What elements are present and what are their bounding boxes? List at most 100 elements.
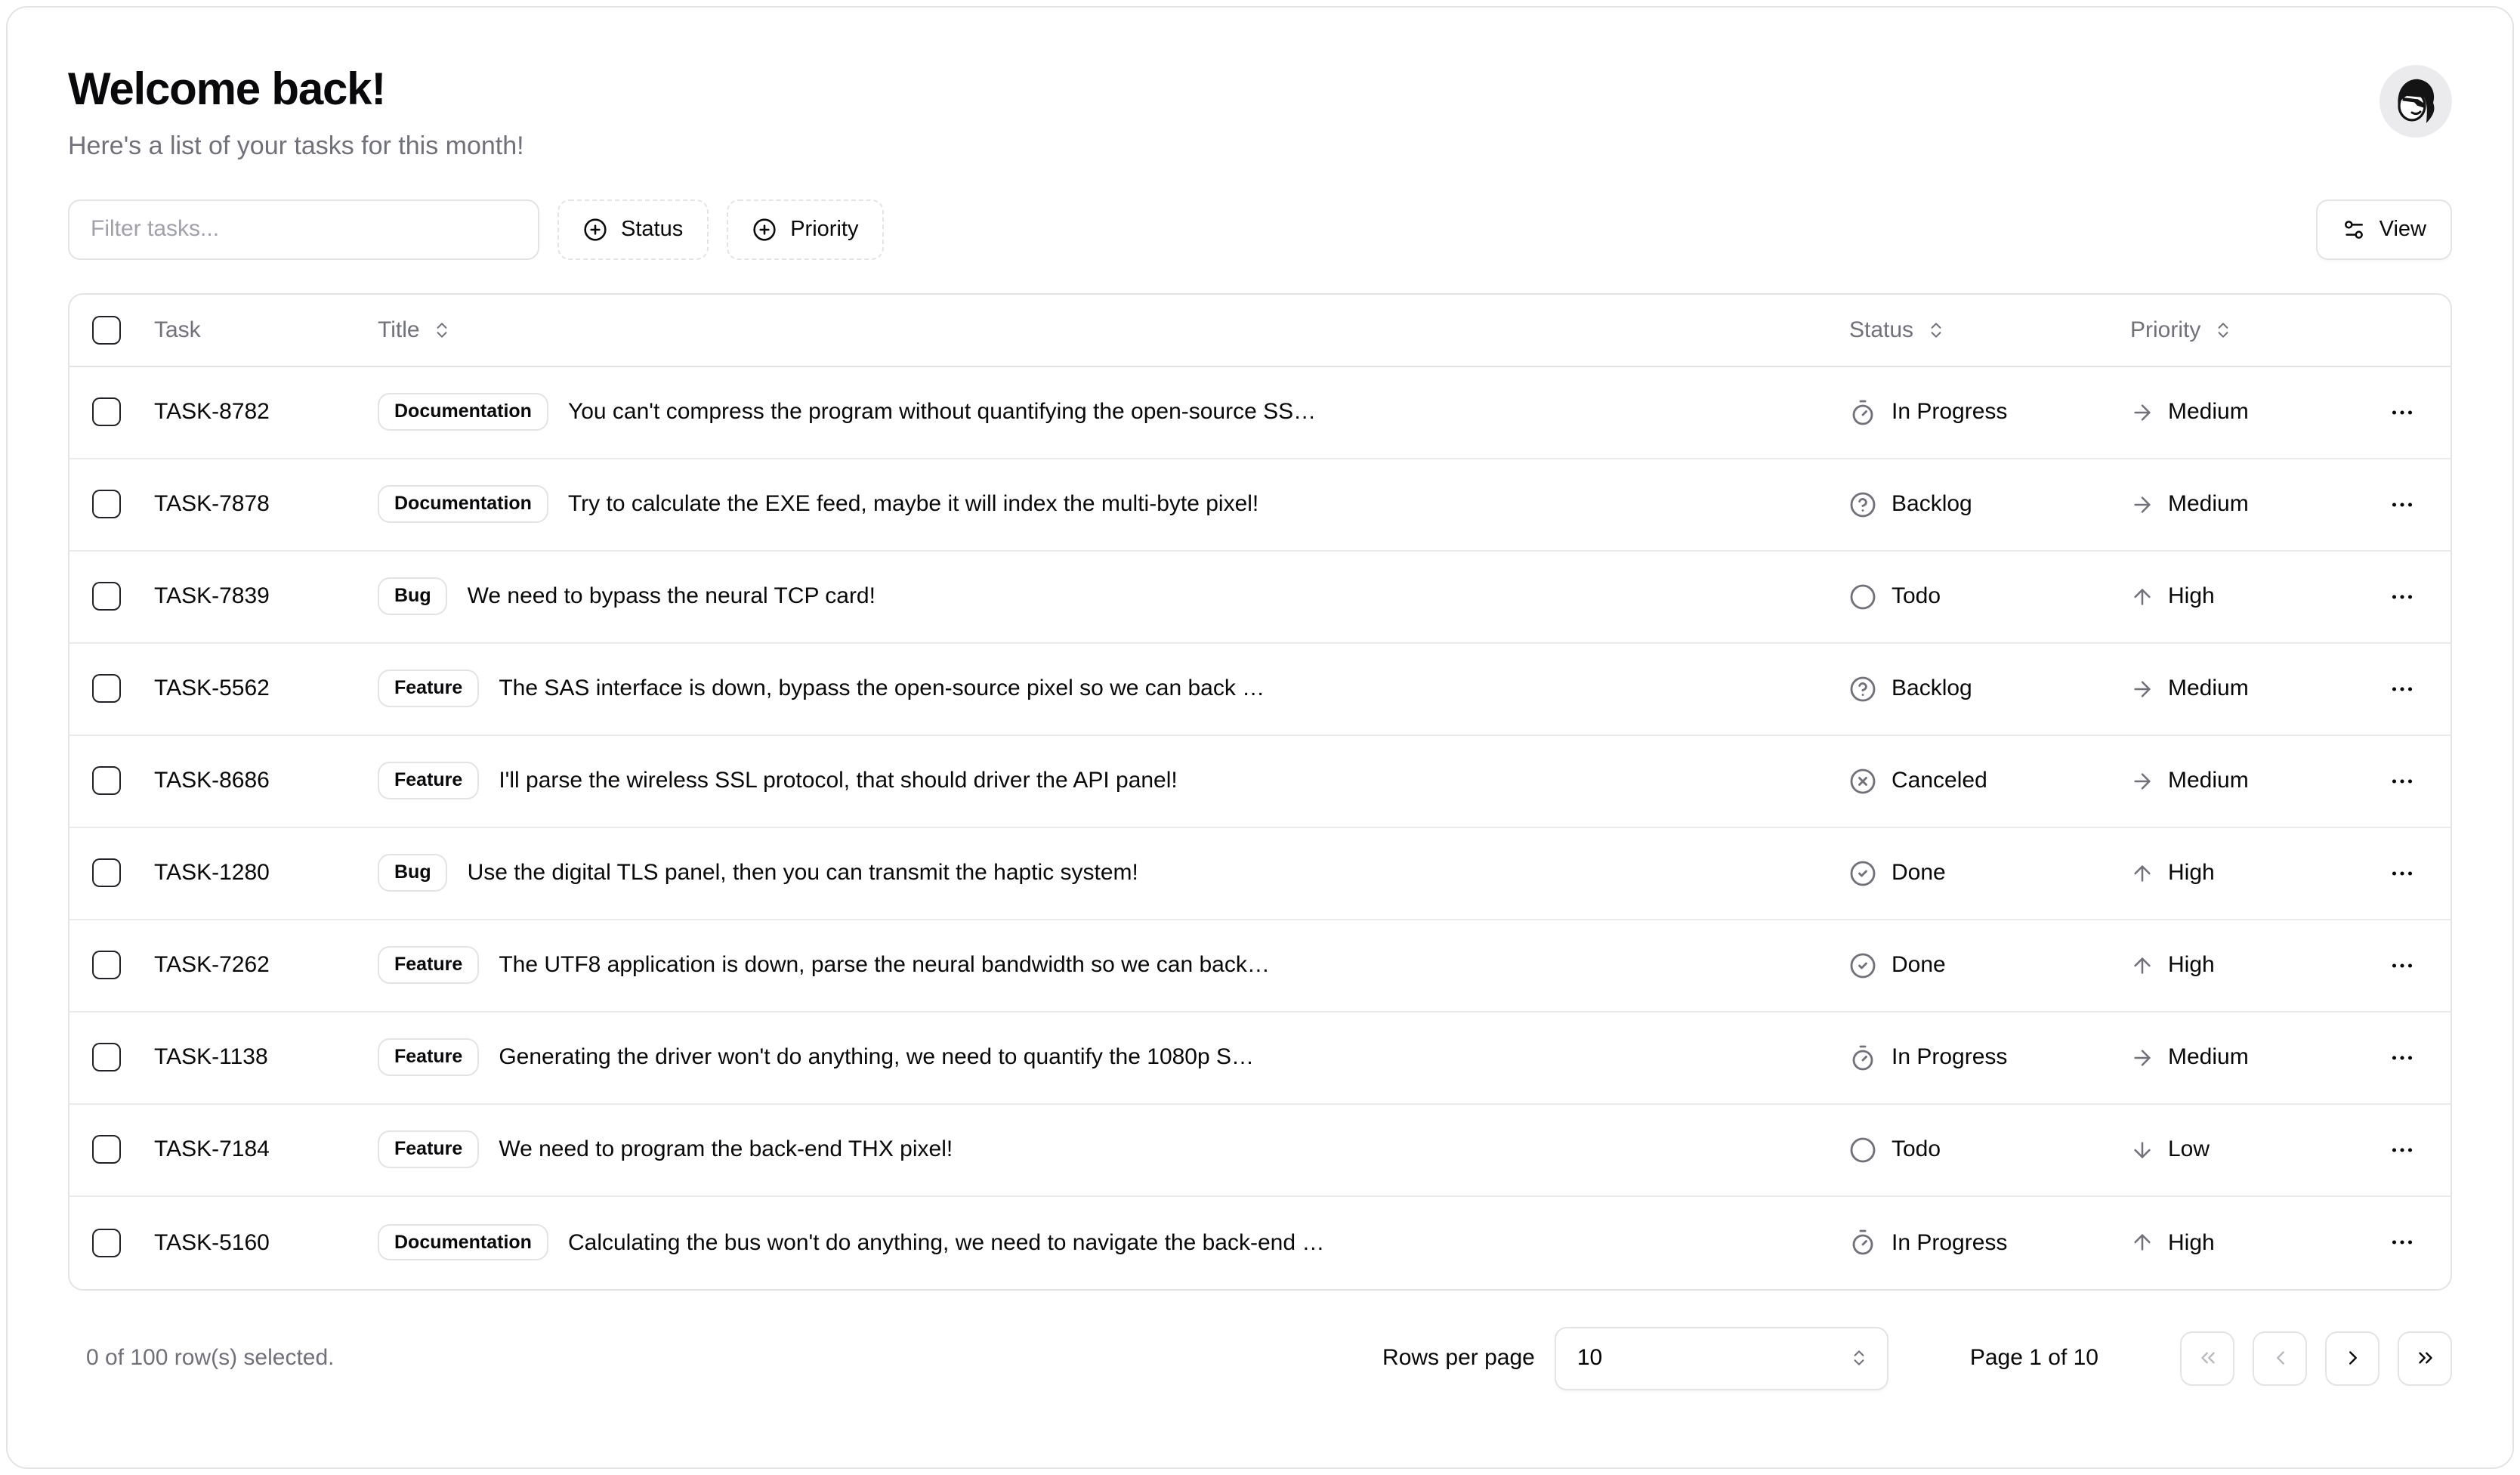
chevrons-left-icon [2196,1347,2219,1369]
row-actions-button[interactable] [2379,666,2425,711]
task-priority: Medium [2130,676,2354,701]
table-toolbar: Status Priority View [68,199,2452,259]
table-row: TASK-7262FeatureThe UTF8 application is … [69,920,2451,1012]
more-horizontal-icon [2389,1136,2416,1163]
task-priority: Medium [2130,1044,2354,1070]
task-status: Backlog [1849,490,2130,518]
app-window: Welcome back! Here's a list of your task… [0,0,2520,1475]
task-type-badge: Documentation [378,393,548,431]
task-priority: High [2130,860,2354,886]
last-page-button[interactable] [2398,1331,2452,1385]
task-type-badge: Documentation [378,485,548,523]
task-status: In Progress [1849,398,2130,425]
priority-filter-button[interactable]: Priority [727,199,884,259]
task-id: TASK-8782 [154,399,378,425]
more-horizontal-icon [2389,1229,2416,1256]
task-title: I'll parse the wireless SSL protocol, th… [499,768,1177,793]
task-priority: High [2130,952,2354,978]
view-options-button[interactable]: View [2316,199,2452,259]
task-id: TASK-5562 [154,676,378,701]
arrow-right-icon [2130,400,2154,424]
selection-summary: 0 of 100 row(s) selected. [68,1345,335,1371]
task-status: Canceled [1849,767,2130,794]
chevrons-right-icon [2413,1347,2436,1369]
row-checkbox[interactable] [92,951,121,979]
row-checkbox[interactable] [92,766,121,795]
task-type-badge: Feature [378,762,479,799]
task-id: TASK-7184 [154,1136,378,1162]
row-checkbox[interactable] [92,397,121,426]
row-actions-button[interactable] [2379,850,2425,895]
row-checkbox[interactable] [92,1135,121,1164]
row-checkbox[interactable] [92,858,121,887]
row-actions-button[interactable] [2379,1220,2425,1265]
row-checkbox[interactable] [92,1043,121,1071]
filter-tasks-input[interactable] [68,199,539,259]
arrow-right-icon [2130,1045,2154,1069]
pagination [2180,1331,2452,1385]
row-actions-button[interactable] [2379,1127,2425,1172]
sort-icon [2213,320,2232,339]
column-header-title[interactable]: Title [378,317,452,342]
sliders-icon [2342,217,2366,241]
row-checkbox[interactable] [92,674,121,703]
row-actions-button[interactable] [2379,1034,2425,1080]
row-actions-button[interactable] [2379,481,2425,527]
previous-page-button[interactable] [2253,1331,2307,1385]
check-circle-icon [1849,859,1876,886]
status-filter-label: Status [621,217,683,241]
table-header-row: Task Title Status Priority [69,294,2451,366]
table-row: TASK-7184FeatureWe need to program the b… [69,1104,2451,1196]
row-actions-button[interactable] [2379,758,2425,803]
check-circle-icon [1849,951,1876,979]
task-type-badge: Feature [378,1038,479,1076]
page-subtitle: Here's a list of your tasks for this mon… [68,131,524,161]
x-circle-icon [1849,767,1876,794]
task-id: TASK-5160 [154,1229,378,1255]
row-checkbox[interactable] [92,1228,121,1257]
plus-circle-icon [583,217,607,241]
row-checkbox[interactable] [92,490,121,518]
footer-controls: Rows per page 10 Page 1 of 10 [1382,1326,2452,1390]
column-header-priority[interactable]: Priority [2130,317,2232,342]
row-actions-button[interactable] [2379,389,2425,434]
task-priority: Medium [2130,768,2354,793]
row-actions-button[interactable] [2379,942,2425,988]
user-avatar[interactable] [2379,65,2452,138]
timer-icon [1849,1229,1876,1256]
rows-per-page-select[interactable]: 10 [1555,1326,1888,1390]
sort-icon [1926,320,1945,339]
task-priority: High [2130,583,2354,609]
arrow-right-icon [2130,676,2154,700]
help-circle-icon [1849,490,1876,518]
arrow-right-icon [2130,768,2154,793]
status-filter-button[interactable]: Status [557,199,709,259]
table-body: TASK-8782DocumentationYou can't compress… [69,366,2451,1288]
column-header-task: Task [154,317,378,342]
more-horizontal-icon [2389,859,2416,886]
timer-icon [1849,398,1876,425]
rows-per-page-value: 10 [1577,1345,1602,1371]
row-checkbox[interactable] [92,582,121,611]
task-type-badge: Bug [378,854,448,892]
tasks-table: Task Title Status Priority [68,292,2452,1290]
task-status: In Progress [1849,1229,2130,1256]
task-title: You can't compress the program without q… [568,399,1316,425]
chevron-left-icon [2268,1347,2291,1369]
select-all-checkbox[interactable] [92,315,121,344]
first-page-button[interactable] [2180,1331,2234,1385]
task-type-badge: Feature [378,946,479,984]
task-status: Todo [1849,583,2130,610]
task-id: TASK-1138 [154,1044,378,1070]
more-horizontal-icon [2389,583,2416,610]
row-actions-button[interactable] [2379,574,2425,619]
task-priority: Medium [2130,491,2354,517]
chevron-right-icon [2341,1347,2364,1369]
task-priority: High [2130,1229,2354,1255]
task-title: The SAS interface is down, bypass the op… [499,676,1265,701]
task-status: Backlog [1849,675,2130,702]
task-id: TASK-7878 [154,491,378,517]
next-page-button[interactable] [2325,1331,2379,1385]
column-header-status[interactable]: Status [1849,317,1945,342]
task-title: The UTF8 application is down, parse the … [499,952,1270,978]
